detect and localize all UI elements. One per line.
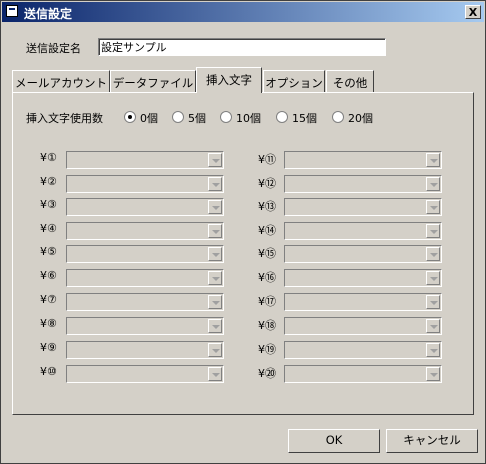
dropdown-arrow-icon[interactable] <box>426 153 440 167</box>
radio-20-indicator[interactable] <box>332 111 344 123</box>
slot-6-label: ¥⑥ <box>40 269 57 282</box>
slot-18-combo[interactable] <box>284 317 442 335</box>
slot-7-combo[interactable] <box>66 293 224 311</box>
radio-20-label: 20個 <box>348 112 373 125</box>
slot-9-combo[interactable] <box>66 341 224 359</box>
slot-3-label: ¥③ <box>40 198 57 211</box>
radio-10-label: 10個 <box>236 112 261 125</box>
slot-8-label: ¥⑧ <box>40 317 57 330</box>
tab-other[interactable]: その他 <box>326 70 374 92</box>
slot-13-label: ¥⑬ <box>258 200 276 213</box>
radio-0-indicator[interactable] <box>124 111 136 123</box>
dropdown-arrow-icon[interactable] <box>426 177 440 191</box>
slot-11-combo[interactable] <box>284 151 442 169</box>
title-bar[interactable]: 送信設定 X <box>2 2 484 22</box>
tab-mail-account[interactable]: メールアカウント <box>12 70 110 92</box>
slot-2-label: ¥② <box>40 175 57 188</box>
slot-10-label: ¥⑩ <box>40 365 57 378</box>
dropdown-arrow-icon[interactable] <box>426 224 440 238</box>
dropdown-arrow-icon[interactable] <box>426 295 440 309</box>
insert-count-label: 挿入文字使用数 <box>26 112 103 125</box>
window-icon <box>6 5 18 17</box>
close-button[interactable]: X <box>465 5 481 19</box>
slot-14-combo[interactable] <box>284 222 442 240</box>
slot-15-combo[interactable] <box>284 245 442 263</box>
dropdown-arrow-icon[interactable] <box>208 295 222 309</box>
slot-14-label: ¥⑭ <box>258 224 276 237</box>
ok-button[interactable]: OK <box>288 429 380 453</box>
slot-5-label: ¥⑤ <box>40 245 57 258</box>
dropdown-arrow-icon[interactable] <box>208 177 222 191</box>
slot-5-combo[interactable] <box>66 245 224 263</box>
slot-15-label: ¥⑮ <box>258 247 276 260</box>
radio-5-label: 5個 <box>188 112 206 125</box>
dropdown-arrow-icon[interactable] <box>426 343 440 357</box>
dropdown-arrow-icon[interactable] <box>208 367 222 381</box>
slot-20-label: ¥⑳ <box>258 367 276 380</box>
radio-15-indicator[interactable] <box>276 111 288 123</box>
window-title: 送信設定 <box>24 7 73 21</box>
slot-8-combo[interactable] <box>66 317 224 335</box>
dropdown-arrow-icon[interactable] <box>208 319 222 333</box>
setting-name-input[interactable] <box>98 38 386 56</box>
slot-4-label: ¥④ <box>40 222 57 235</box>
slot-20-combo[interactable] <box>284 365 442 383</box>
dropdown-arrow-icon[interactable] <box>426 247 440 261</box>
slot-1-label: ¥① <box>40 151 57 164</box>
slot-3-combo[interactable] <box>66 198 224 216</box>
radio-15-label: 15個 <box>292 112 317 125</box>
slot-4-combo[interactable] <box>66 222 224 240</box>
tab-options[interactable]: オプション <box>263 70 325 92</box>
dropdown-arrow-icon[interactable] <box>208 153 222 167</box>
slot-19-combo[interactable] <box>284 341 442 359</box>
radio-0-label: 0個 <box>140 112 158 125</box>
slot-17-label: ¥⑰ <box>258 295 276 308</box>
slot-16-combo[interactable] <box>284 269 442 287</box>
slot-18-label: ¥⑱ <box>258 319 276 332</box>
dropdown-arrow-icon[interactable] <box>208 224 222 238</box>
slot-12-label: ¥⑫ <box>258 177 276 190</box>
dropdown-arrow-icon[interactable] <box>426 271 440 285</box>
dropdown-arrow-icon[interactable] <box>426 200 440 214</box>
slot-1-combo[interactable] <box>66 151 224 169</box>
cancel-button[interactable]: キャンセル <box>386 429 478 453</box>
slot-12-combo[interactable] <box>284 175 442 193</box>
slot-17-combo[interactable] <box>284 293 442 311</box>
slot-13-combo[interactable] <box>284 198 442 216</box>
setting-name-label: 送信設定名 <box>26 42 81 55</box>
dropdown-arrow-icon[interactable] <box>426 367 440 381</box>
dropdown-arrow-icon[interactable] <box>208 200 222 214</box>
dropdown-arrow-icon[interactable] <box>208 247 222 261</box>
slot-16-label: ¥⑯ <box>258 271 276 284</box>
slot-2-combo[interactable] <box>66 175 224 193</box>
slot-6-combo[interactable] <box>66 269 224 287</box>
dropdown-arrow-icon[interactable] <box>208 271 222 285</box>
slot-9-label: ¥⑨ <box>40 341 57 354</box>
tab-insert-text[interactable]: 挿入文字 <box>196 67 262 93</box>
slot-19-label: ¥⑲ <box>258 343 276 356</box>
radio-5-indicator[interactable] <box>172 111 184 123</box>
slot-7-label: ¥⑦ <box>40 293 57 306</box>
dropdown-arrow-icon[interactable] <box>426 319 440 333</box>
tab-data-file[interactable]: データファイル <box>110 70 196 92</box>
dropdown-arrow-icon[interactable] <box>208 343 222 357</box>
slot-11-label: ¥⑪ <box>258 153 276 166</box>
slot-10-combo[interactable] <box>66 365 224 383</box>
radio-10-indicator[interactable] <box>220 111 232 123</box>
